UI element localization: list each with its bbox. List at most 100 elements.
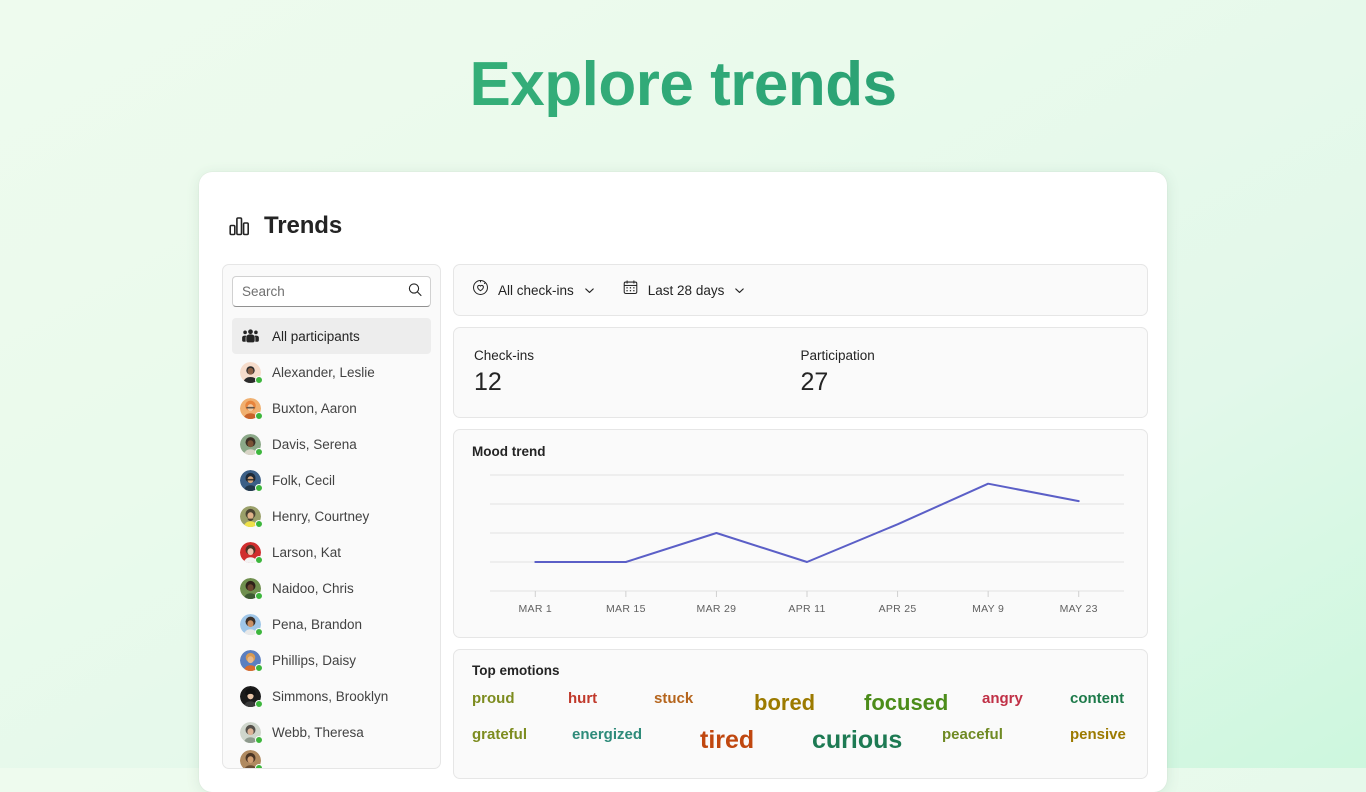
stats-panel: Check-ins 12 Participation 27 — [453, 327, 1148, 419]
list-item[interactable]: Naidoo, Chris — [232, 570, 431, 606]
list-item[interactable]: Webb, Theresa — [232, 714, 431, 750]
avatar — [240, 469, 263, 492]
list-item-label: Webb, Theresa — [272, 724, 364, 740]
emotion-word[interactable]: stuck — [654, 690, 693, 707]
emotion-word[interactable]: curious — [812, 726, 902, 755]
emotion-word[interactable]: focused — [864, 690, 948, 716]
mood-trend-panel: Mood trend MAR 1 MAR 15 MAR 29 APR 11 APR 25… — [453, 429, 1148, 639]
list-item[interactable] — [232, 750, 431, 768]
list-item[interactable]: Davis, Serena — [232, 426, 431, 462]
list-item-label: Pena, Brandon — [272, 616, 363, 632]
emotion-row: grateful energized tired curious peaceful pen… — [472, 726, 1129, 762]
filter-bar: All check-ins Last 28 days — [453, 264, 1148, 316]
presence-available-badge — [255, 627, 263, 636]
list-item[interactable]: Henry, Courtney — [232, 498, 431, 534]
page-title: Explore trends — [0, 0, 1366, 117]
emotion-word-cloud: proud hurt stuck bored focused angry content gr… — [472, 690, 1129, 762]
search-input[interactable] — [232, 276, 431, 307]
list-item[interactable]: Folk, Cecil — [232, 462, 431, 498]
stat-participation: Participation 27 — [801, 348, 1128, 395]
presence-available-badge — [255, 447, 263, 456]
people-group-icon — [240, 326, 261, 347]
list-item-label: Larson, Kat — [272, 544, 342, 560]
presence-available-badge — [255, 663, 263, 672]
sidebar-item-all-participants[interactable]: All participants — [232, 318, 431, 354]
stat-check-ins: Check-ins 12 — [474, 348, 801, 395]
avatar — [240, 505, 263, 528]
list-item-label: Phillips, Daisy — [272, 652, 357, 668]
chevron-down-icon[interactable] — [733, 284, 746, 297]
list-item-label: Alexander, Leslie — [272, 364, 375, 380]
x-axis-label: APR 11 — [788, 603, 825, 615]
emotion-row: proud hurt stuck bored focused angry content — [472, 690, 1129, 726]
presence-available-badge — [255, 699, 263, 708]
presence-available-badge — [255, 763, 263, 768]
filter-all-check-ins[interactable]: All check-ins — [472, 279, 596, 301]
presence-available-badge — [255, 555, 263, 564]
presence-available-badge — [255, 375, 263, 384]
top-emotions-panel: Top emotions proud hurt stuck bored focused a… — [453, 649, 1148, 780]
list-item[interactable]: Buxton, Aaron — [232, 390, 431, 426]
emotion-word[interactable]: angry — [982, 690, 1023, 707]
mood-trend-title: Mood trend — [472, 444, 546, 460]
sidebar-item-label: All participants — [272, 328, 360, 344]
chevron-down-icon[interactable] — [583, 284, 596, 297]
emotion-word[interactable]: peaceful — [942, 726, 1003, 743]
list-item-label: Simmons, Brooklyn — [272, 688, 389, 704]
stat-label: Participation — [800, 348, 875, 363]
list-item-label: Davis, Serena — [272, 436, 357, 452]
avatar — [240, 685, 263, 708]
x-axis-label: MAY 23 — [1060, 603, 1098, 615]
list-item-label: Naidoo, Chris — [272, 580, 354, 596]
filter-date-range[interactable]: Last 28 days — [622, 279, 747, 301]
page-heading-trends: Trends — [264, 212, 343, 239]
list-item-label: Henry, Courtney — [272, 508, 370, 524]
stat-label: Check-ins — [474, 348, 535, 363]
x-axis-label: MAR 15 — [606, 603, 646, 615]
emotion-word[interactable]: proud — [472, 690, 515, 707]
presence-available-badge — [255, 735, 263, 744]
list-item[interactable]: Simmons, Brooklyn — [232, 678, 431, 714]
app-body: All participants — [199, 240, 1167, 780]
trends-app-window: Trends Search All participants Alexander… — [199, 172, 1167, 792]
x-axis-label: APR 25 — [879, 603, 917, 615]
avatar — [240, 541, 263, 564]
bar-chart-icon — [227, 214, 251, 238]
list-item[interactable]: Phillips, Daisy — [232, 642, 431, 678]
top-emotions-title: Top emotions — [472, 663, 560, 679]
stat-value: 12 — [474, 368, 502, 396]
mood-trend-chart: MAR 1 MAR 15 MAR 29 APR 11 APR 25 MAY 9 MAY 23 — [472, 467, 1129, 627]
emotion-word[interactable]: grateful — [472, 726, 527, 743]
calendar-icon — [622, 279, 639, 301]
participants-list: All participants Alexander, Leslie Buxto… — [232, 318, 431, 768]
avatar — [240, 361, 263, 384]
emotion-word[interactable]: content — [1070, 690, 1124, 707]
emotion-word[interactable]: pensive — [1070, 726, 1126, 743]
search-field-wrapper — [232, 276, 431, 307]
list-item[interactable]: Alexander, Leslie — [232, 354, 431, 390]
stat-value: 27 — [800, 368, 829, 396]
avatar — [240, 613, 263, 636]
emotion-word[interactable]: hurt — [568, 690, 597, 707]
avatar — [240, 721, 263, 744]
presence-available-badge — [255, 411, 263, 420]
avatar — [240, 649, 263, 672]
avatar — [240, 397, 263, 420]
filter-label: Last 28 days — [647, 282, 725, 298]
emotion-word[interactable]: tired — [700, 726, 754, 755]
check-in-heart-icon — [472, 279, 489, 301]
filter-label: All check-ins — [498, 282, 574, 298]
emotion-word[interactable]: energized — [572, 726, 642, 743]
list-item-label: Folk, Cecil — [272, 472, 336, 488]
x-axis-label: MAR 29 — [697, 603, 737, 615]
emotion-word[interactable]: bored — [754, 690, 815, 716]
x-axis-label: MAR 1 — [518, 603, 552, 615]
main-content: All check-ins Last 28 days Check-ins 12 … — [453, 264, 1148, 780]
list-item[interactable]: Pena, Brandon — [232, 606, 431, 642]
x-axis-label: MAY 9 — [972, 603, 1004, 615]
presence-available-badge — [255, 483, 263, 492]
app-header: Trends — [199, 172, 1167, 240]
list-item[interactable]: Larson, Kat — [232, 534, 431, 570]
avatar — [240, 750, 263, 768]
participants-sidebar: All participants — [222, 264, 441, 769]
